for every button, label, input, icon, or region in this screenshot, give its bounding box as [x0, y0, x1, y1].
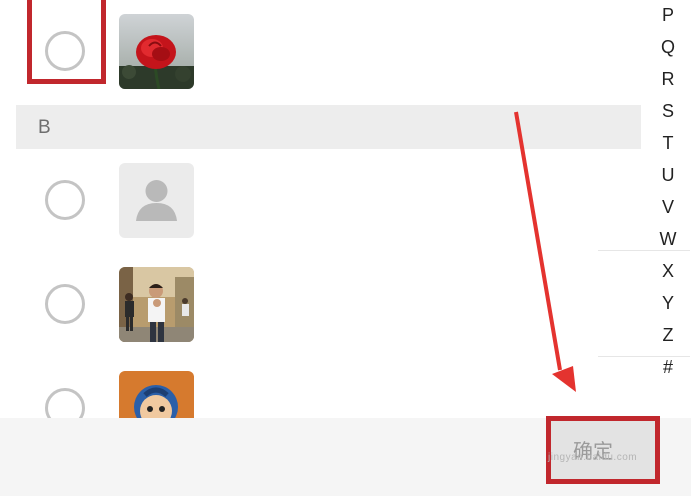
watermark: jingyan.baidu.com	[548, 452, 638, 463]
confirm-button[interactable]: 确定	[546, 416, 660, 484]
